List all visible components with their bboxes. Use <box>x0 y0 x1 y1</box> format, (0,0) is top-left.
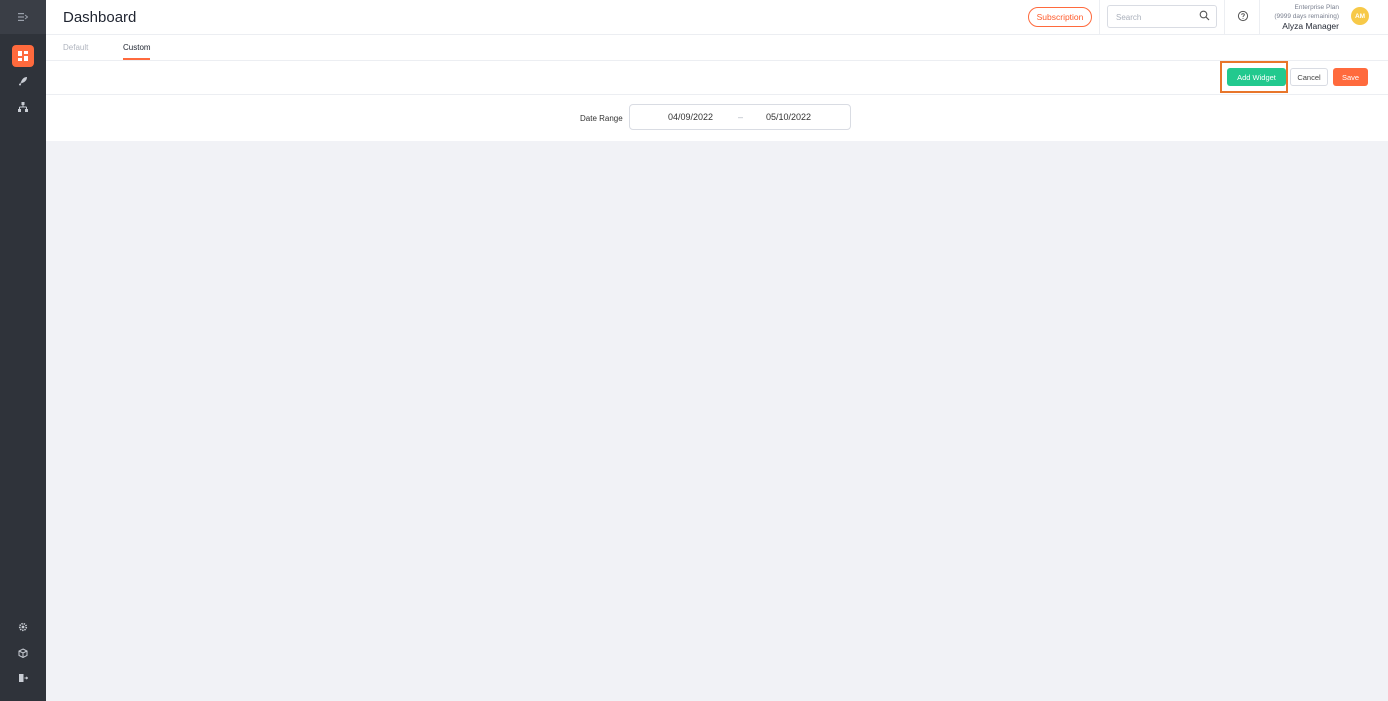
date-range-end[interactable]: 05/10/2022 <box>766 112 811 122</box>
date-range-picker[interactable]: 04/09/2022 – 05/10/2022 <box>629 104 851 130</box>
tab-default[interactable]: Default <box>63 43 88 52</box>
sidebar-item-products[interactable] <box>12 642 34 664</box>
subscription-button[interactable]: Subscription <box>1028 7 1092 27</box>
header-divider <box>1099 0 1100 34</box>
sidebar <box>0 0 46 701</box>
header-divider <box>1224 0 1225 34</box>
sidebar-toggle[interactable] <box>0 0 46 34</box>
rocket-icon <box>19 77 27 86</box>
cancel-button[interactable]: Cancel <box>1290 68 1328 86</box>
help-icon[interactable] <box>1237 10 1249 22</box>
dashboard-tabs: Default Custom <box>46 35 1388 61</box>
sidebar-item-dashboard[interactable] <box>12 45 34 67</box>
widget-canvas <box>46 141 1388 701</box>
logout-icon <box>19 674 28 682</box>
sidebar-item-organization[interactable] <box>12 96 34 118</box>
gear-icon <box>18 622 28 632</box>
menu-expand-icon <box>18 13 28 21</box>
dashboard-icon <box>18 51 28 61</box>
plan-name: Enterprise Plan <box>1294 4 1339 11</box>
date-range-start[interactable]: 04/09/2022 <box>668 112 713 122</box>
add-widget-button[interactable]: Add Widget <box>1227 68 1286 86</box>
sidebar-item-launch[interactable] <box>12 70 34 92</box>
date-range-row: Date Range 04/09/2022 – 05/10/2022 <box>46 95 1388 141</box>
avatar[interactable]: AM <box>1351 7 1369 25</box>
search-icon[interactable] <box>1199 10 1210 21</box>
search-box[interactable] <box>1107 5 1217 28</box>
account-info: Enterprise Plan (9999 days remaining) Al… <box>1274 3 1339 31</box>
active-tab-indicator <box>123 58 150 60</box>
user-name[interactable]: Alyza Manager <box>1274 22 1339 31</box>
page-title: Dashboard <box>63 9 137 26</box>
date-range-label: Date Range <box>580 114 623 123</box>
top-header: Dashboard Subscription Enterprise Plan (… <box>46 0 1388 35</box>
dashboard-toolbar: Add Widget Cancel Save <box>46 61 1388 95</box>
date-range-separator: – <box>738 112 744 122</box>
sidebar-item-logout[interactable] <box>12 667 34 689</box>
org-chart-icon <box>18 102 28 112</box>
header-divider <box>1259 0 1260 34</box>
search-input[interactable] <box>1114 9 1196 25</box>
save-button[interactable]: Save <box>1333 68 1368 86</box>
cube-icon <box>18 648 28 658</box>
plan-remaining: (9999 days remaining) <box>1274 13 1339 20</box>
sidebar-item-settings[interactable] <box>12 616 34 638</box>
tab-custom[interactable]: Custom <box>123 43 151 52</box>
